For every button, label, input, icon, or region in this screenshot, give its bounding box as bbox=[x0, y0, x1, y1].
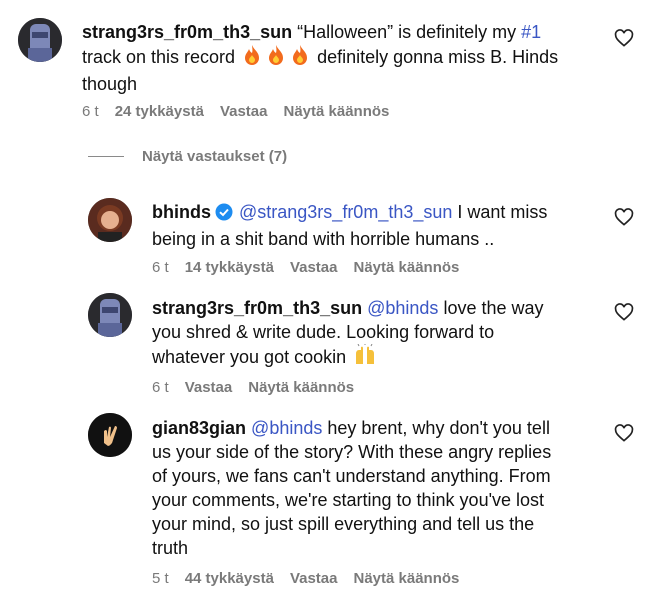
fire-icon bbox=[266, 44, 286, 72]
avatar-image bbox=[88, 293, 132, 337]
username[interactable]: bhinds bbox=[152, 202, 211, 222]
heart-icon[interactable] bbox=[614, 424, 634, 444]
comment-meta: 6 t 24 tykkäystä Vastaa Näytä käännös bbox=[82, 103, 389, 120]
comment-meta: 6 t Vastaa Näytä käännös bbox=[152, 379, 354, 396]
view-replies-button[interactable]: Näytä vastaukset (7) bbox=[88, 148, 287, 165]
comment-text: strang3rs_fr0m_th3_sun “Halloween” is de… bbox=[82, 22, 559, 94]
mention-link[interactable]: @bhinds bbox=[367, 298, 438, 318]
likes-count[interactable]: 14 tykkäystä bbox=[185, 259, 274, 276]
translate-button[interactable]: Näytä käännös bbox=[283, 103, 389, 120]
fire-icon bbox=[242, 44, 262, 72]
mention-link[interactable]: @bhinds bbox=[251, 418, 322, 438]
avatar[interactable] bbox=[88, 293, 132, 337]
fire-icon bbox=[290, 44, 310, 72]
username[interactable]: gian83gian bbox=[152, 418, 246, 438]
reply-button[interactable]: Vastaa bbox=[290, 259, 338, 276]
avatar-image bbox=[88, 198, 132, 242]
reply-button[interactable]: Vastaa bbox=[290, 570, 338, 587]
avatar-image bbox=[88, 413, 132, 457]
reply-button[interactable]: Vastaa bbox=[220, 103, 268, 120]
comment-meta: 5 t 44 tykkäystä Vastaa Näytä käännös bbox=[152, 570, 459, 587]
comment-text: strang3rs_fr0m_th3_sun @bhinds love the … bbox=[152, 296, 622, 372]
timestamp[interactable]: 6 t bbox=[152, 379, 169, 396]
divider bbox=[88, 156, 124, 157]
mention-link[interactable]: @strang3rs_fr0m_th3_sun bbox=[239, 202, 452, 222]
comment-text: gian83gian @bhinds hey brent, why don't … bbox=[152, 418, 552, 558]
avatar[interactable] bbox=[18, 18, 62, 62]
raising-hands-icon bbox=[353, 343, 377, 372]
hashtag-link[interactable]: #1 bbox=[521, 22, 541, 42]
heart-icon[interactable] bbox=[614, 208, 634, 228]
timestamp[interactable]: 6 t bbox=[152, 259, 169, 276]
heart-icon[interactable] bbox=[614, 29, 634, 49]
comment-meta: 6 t 14 tykkäystä Vastaa Näytä käännös bbox=[152, 259, 459, 276]
comment-text: bhinds @strang3rs_fr0m_th3_sun I want mis… bbox=[152, 202, 548, 249]
username[interactable]: strang3rs_fr0m_th3_sun bbox=[82, 22, 292, 42]
verified-badge-icon bbox=[215, 203, 233, 227]
translate-button[interactable]: Näytä käännös bbox=[248, 379, 354, 396]
reply-button[interactable]: Vastaa bbox=[185, 379, 233, 396]
likes-count[interactable]: 24 tykkäystä bbox=[115, 103, 204, 120]
avatar[interactable] bbox=[88, 413, 132, 457]
avatar[interactable] bbox=[88, 198, 132, 242]
translate-button[interactable]: Näytä käännös bbox=[353, 259, 459, 276]
heart-icon[interactable] bbox=[614, 303, 634, 323]
username[interactable]: strang3rs_fr0m_th3_sun bbox=[152, 298, 362, 318]
timestamp[interactable]: 6 t bbox=[82, 103, 99, 120]
translate-button[interactable]: Näytä käännös bbox=[353, 570, 459, 587]
avatar-image bbox=[18, 18, 62, 62]
timestamp[interactable]: 5 t bbox=[152, 570, 169, 587]
likes-count[interactable]: 44 tykkäystä bbox=[185, 570, 274, 587]
